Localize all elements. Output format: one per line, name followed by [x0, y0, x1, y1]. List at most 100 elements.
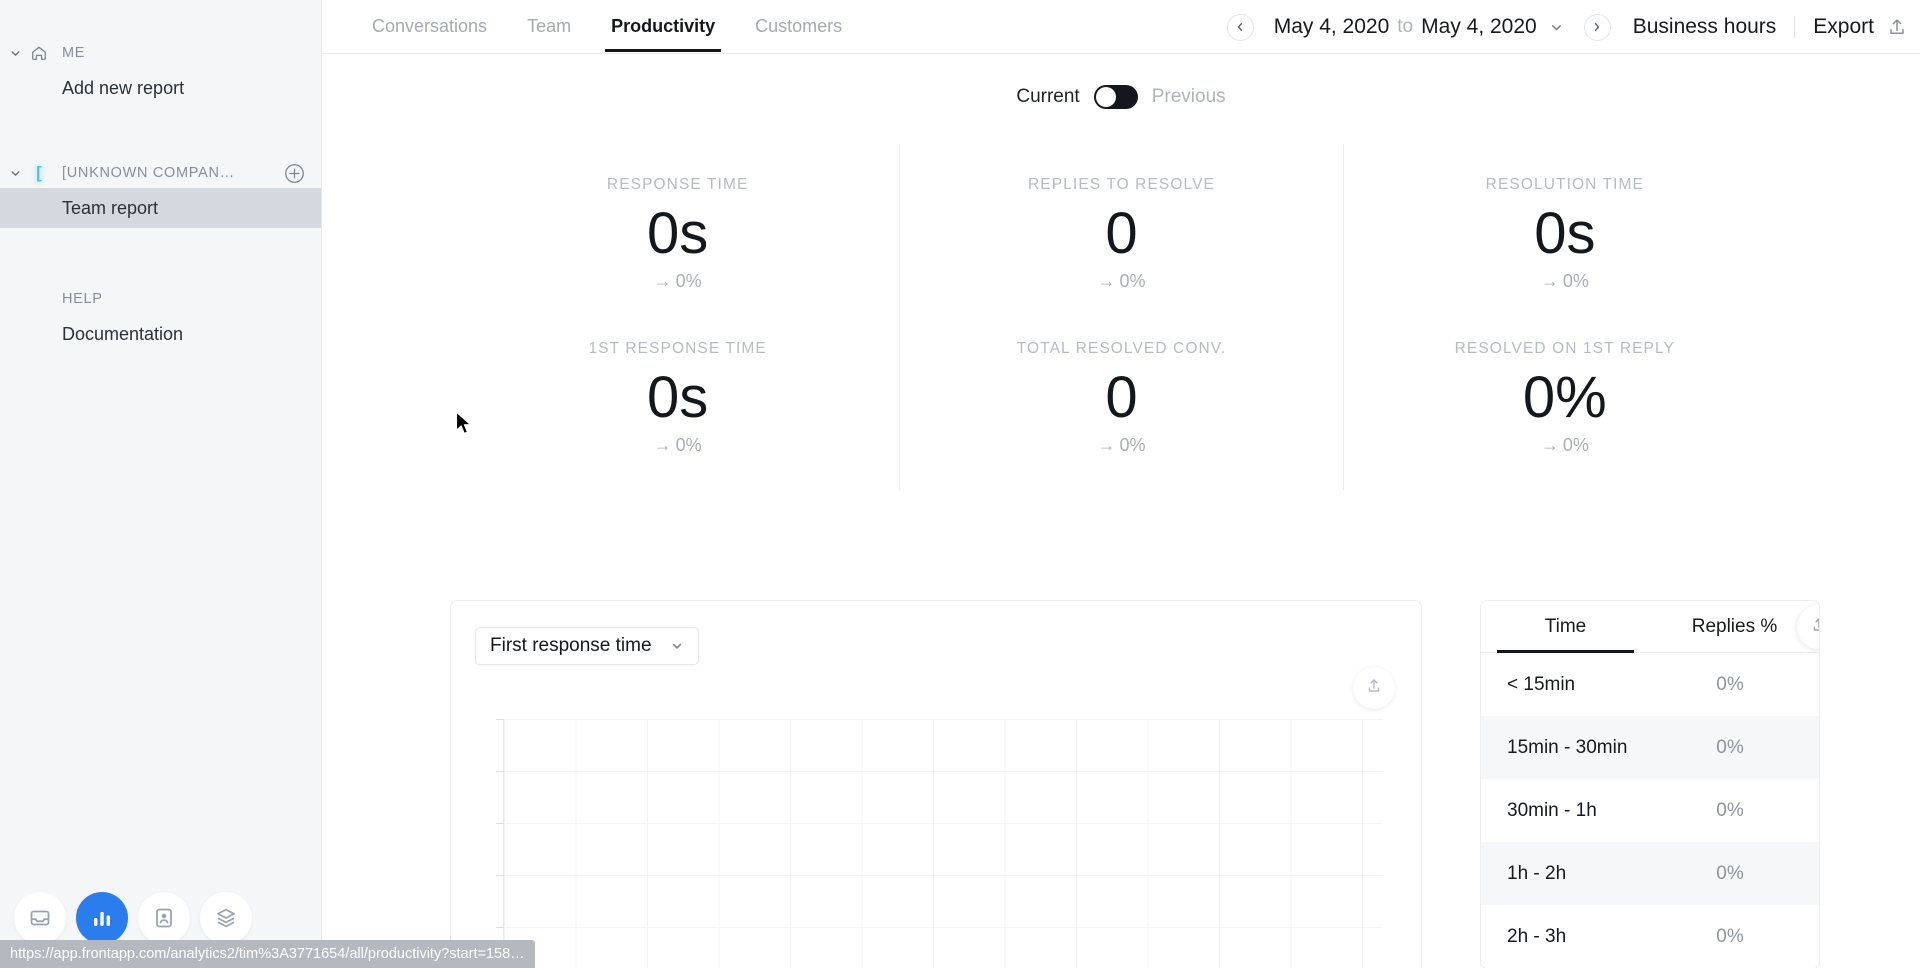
chevron-down-icon[interactable]	[4, 42, 26, 64]
analytics-icon[interactable]	[76, 892, 128, 944]
sidebar-section-help-label: HELP	[62, 291, 103, 307]
toggle-label-current: Current	[1016, 86, 1080, 107]
chevron-down-icon[interactable]	[4, 162, 26, 184]
kpi-value: 0s	[647, 201, 709, 266]
arrow-right-icon: →	[653, 270, 672, 291]
row-value: 0%	[1716, 736, 1744, 758]
table-row[interactable]: 30min - 1h 0%	[1481, 779, 1819, 842]
kpi-total-resolved-conv: TOTAL RESOLVED CONV. 0 → 0%	[900, 326, 1342, 490]
tab-productivity[interactable]: Productivity	[591, 0, 735, 52]
top-navigation-bar: Conversations Team Productivity Customer…	[322, 0, 1920, 54]
row-value: 0%	[1716, 925, 1744, 947]
contacts-icon[interactable]	[138, 892, 190, 944]
kpi-delta: → 0%	[1097, 434, 1146, 455]
kpi-1st-response-time: 1ST RESPONSE TIME 0s → 0%	[456, 326, 899, 490]
period-switch[interactable]	[1093, 85, 1138, 109]
row-value: 0%	[1716, 673, 1744, 695]
kpi-column-2: REPLIES TO RESOLVE 0 → 0% TOTAL RESOLVED …	[899, 144, 1342, 490]
sidebar-item-label: Team report	[62, 197, 159, 218]
analytics-tabs: Conversations Team Productivity Customer…	[352, 0, 862, 52]
date-range-joiner: to	[1397, 16, 1414, 37]
row-label: 15min - 30min	[1507, 736, 1628, 758]
tab-conversations[interactable]: Conversations	[352, 0, 507, 51]
tab-team[interactable]: Team	[507, 0, 591, 51]
row-label: 1h - 2h	[1507, 862, 1567, 884]
kpi-delta: → 0%	[1540, 434, 1589, 455]
table-row[interactable]: 15min - 30min 0%	[1481, 716, 1819, 779]
arrow-right-icon: →	[653, 434, 672, 455]
row-label: < 15min	[1507, 673, 1576, 695]
metric-select-value: First response time	[490, 635, 652, 656]
row-label: 30min - 1h	[1507, 799, 1597, 821]
kpi-value: 0s	[1534, 201, 1596, 266]
row-value: 0%	[1716, 799, 1744, 821]
kpi-value: 0%	[1522, 364, 1607, 430]
home-icon	[26, 42, 52, 64]
table-tabs: Time Replies %	[1481, 601, 1819, 653]
chart-plot-area	[496, 719, 1383, 968]
bottom-panels: First response time Time Replies % < 15m…	[322, 600, 1920, 968]
table-row[interactable]: < 15min 0%	[1481, 653, 1819, 716]
row-label: 2h - 3h	[1507, 925, 1567, 947]
kpi-label: RESOLUTION TIME	[1485, 176, 1644, 193]
sidebar-item-label: Documentation	[62, 323, 184, 344]
sidebar-section-help: HELP	[0, 284, 321, 314]
sidebar-item-add-new-report[interactable]: Add new report	[0, 68, 321, 108]
inbox-icon[interactable]	[14, 892, 66, 944]
chevron-right-icon[interactable]	[1583, 13, 1611, 41]
tab-time[interactable]: Time	[1481, 601, 1650, 653]
period-comparison-toggle: Current Previous	[322, 80, 1920, 114]
kpi-value: 0	[1105, 364, 1138, 430]
kpi-response-time: RESPONSE TIME 0s → 0%	[456, 162, 899, 326]
kpi-resolution-time: RESOLUTION TIME 0s → 0%	[1344, 162, 1786, 326]
top-bar-controls: May 4, 2020 to May 4, 2020 Business hour…	[1226, 0, 1908, 54]
tab-replies-percent[interactable]: Replies %	[1650, 601, 1819, 652]
table-row[interactable]: 1h - 2h 0%	[1481, 842, 1819, 905]
library-icon[interactable]	[200, 892, 252, 944]
date-range-end: May 4, 2020	[1421, 15, 1537, 38]
chevron-down-icon[interactable]	[1549, 20, 1564, 35]
metric-select[interactable]: First response time	[475, 627, 699, 665]
tab-customers[interactable]: Customers	[735, 0, 862, 51]
kpi-value: 0	[1105, 201, 1138, 266]
y-axis-tick	[496, 875, 504, 876]
table-row[interactable]: 2h - 3h 0%	[1481, 905, 1819, 968]
y-axis-tick	[496, 719, 504, 720]
sidebar-section-company-label: [UNKNOWN COMPAN…	[62, 165, 235, 181]
chart-export-button[interactable]	[1353, 667, 1395, 709]
chevron-left-icon[interactable]	[1226, 13, 1254, 41]
sidebar-section-me-label: ME	[62, 45, 86, 61]
first-response-time-chart-card: First response time	[450, 600, 1422, 968]
kpi-grid: RESPONSE TIME 0s → 0% 1ST RESPONSE TIME 0…	[456, 144, 1786, 490]
kpi-label: RESOLVED ON 1ST REPLY	[1454, 339, 1676, 357]
y-axis-tick	[496, 823, 504, 824]
kpi-delta: → 0%	[1540, 270, 1589, 291]
upload-icon	[1809, 615, 1819, 640]
kpi-delta: → 0%	[653, 434, 702, 455]
kpi-resolved-on-1st-reply: RESOLVED ON 1ST REPLY 0% → 0%	[1344, 326, 1786, 490]
sidebar-item-team-report[interactable]: Team report	[0, 188, 321, 228]
response-time-distribution-table: Time Replies % < 15min 0% 15min - 30min …	[1480, 600, 1820, 968]
y-axis-tick	[496, 771, 504, 772]
sidebar-section-me[interactable]: ME	[0, 38, 321, 68]
date-range-picker[interactable]: May 4, 2020 to May 4, 2020	[1274, 15, 1564, 39]
export-button[interactable]: Export	[1813, 15, 1874, 39]
arrow-right-icon: →	[1097, 270, 1116, 291]
status-bar-url: https://app.frontapp.com/analytics2/tim%…	[0, 940, 535, 968]
sidebar: ME Add new report [ [UNKNOWN COMPAN… Tea…	[0, 0, 322, 968]
bracket-icon: [	[36, 163, 42, 182]
kpi-replies-to-resolve: REPLIES TO RESOLVE 0 → 0%	[900, 162, 1342, 326]
plus-circle-icon[interactable]	[281, 160, 307, 186]
sidebar-item-label: Add new report	[62, 77, 185, 98]
business-hours-toggle[interactable]: Business hours	[1633, 15, 1777, 39]
kpi-delta: → 0%	[1097, 270, 1146, 291]
chevron-down-icon	[670, 639, 684, 653]
sidebar-item-documentation[interactable]: Documentation	[0, 314, 321, 354]
sidebar-section-company[interactable]: [ [UNKNOWN COMPAN…	[0, 158, 321, 188]
toolbar-divider	[1794, 16, 1796, 38]
kpi-column-1: RESPONSE TIME 0s → 0% 1ST RESPONSE TIME 0…	[456, 144, 899, 490]
upload-icon[interactable]	[1886, 16, 1908, 38]
arrow-right-icon: →	[1540, 270, 1559, 291]
row-value: 0%	[1716, 862, 1744, 884]
y-axis-tick	[496, 927, 504, 928]
